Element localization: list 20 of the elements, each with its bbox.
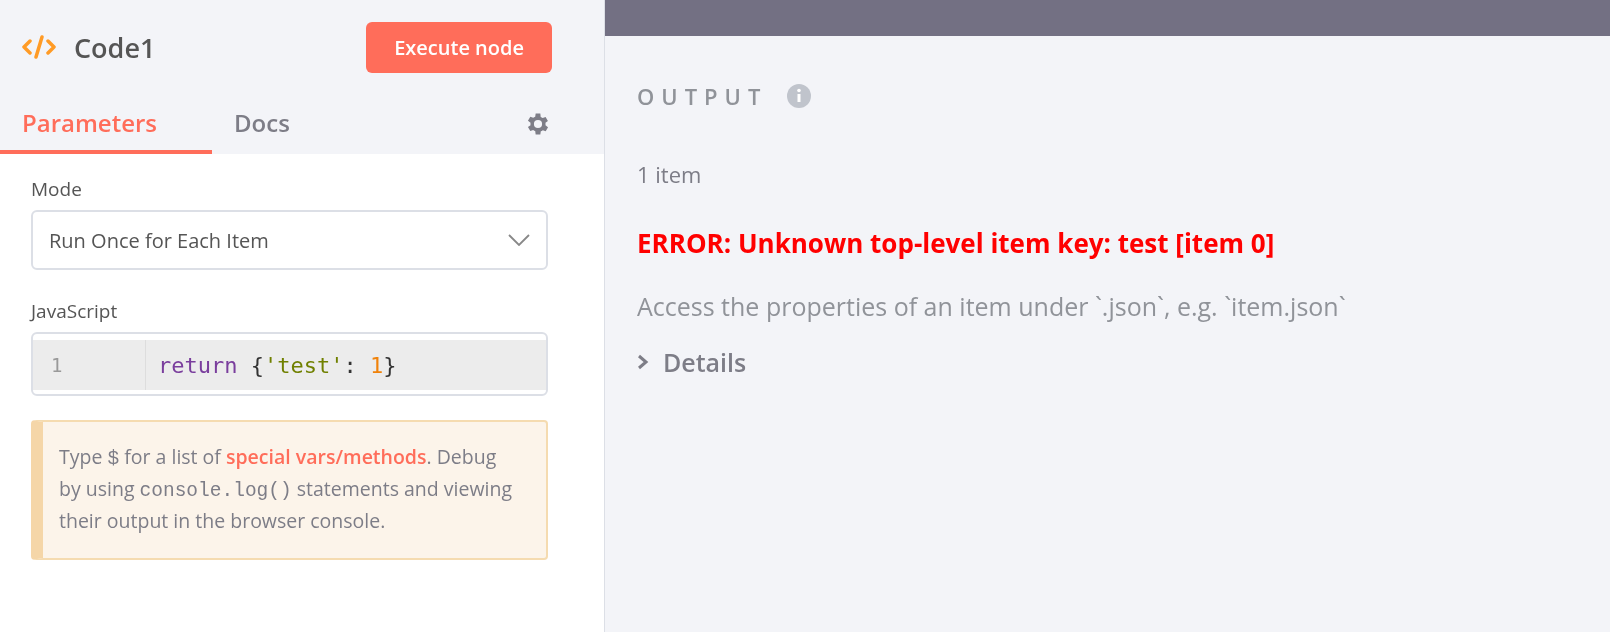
item-count: 1 item: [637, 159, 702, 189]
error-message: ERROR: Unknown top-level item key: test [item 0]: [637, 225, 1275, 261]
chevron-down-icon: [508, 234, 530, 246]
output-title: OUTPUT: [637, 81, 768, 111]
chevron-right-icon: [637, 354, 649, 370]
code-icon: [22, 35, 56, 59]
editor-label: JavaScript: [31, 298, 119, 324]
execute-node-button[interactable]: Execute node: [366, 21, 552, 73]
code-line: return {'test': 1}: [157, 351, 397, 380]
hint-text: Type $ for a list of special vars/methods. Debug by using console.log() statements and viewing their output in the browser console.: [59, 442, 513, 536]
details-toggle[interactable]: Details: [637, 345, 747, 379]
node-title: Code1: [74, 28, 156, 66]
error-description: Access the properties of an item under `.json`, e.g. `item.json`: [637, 289, 1346, 323]
code-editor[interactable]: 1 return {'test': 1}: [31, 332, 548, 396]
special-vars-link[interactable]: special vars/methods: [226, 443, 427, 470]
mode-select[interactable]: Run Once for Each Item: [31, 210, 548, 270]
tab[interactable]: Docs: [212, 94, 322, 154]
tab[interactable]: Parameters: [0, 94, 212, 154]
mode-label: Mode: [31, 176, 83, 202]
line-number: 1: [33, 340, 146, 390]
